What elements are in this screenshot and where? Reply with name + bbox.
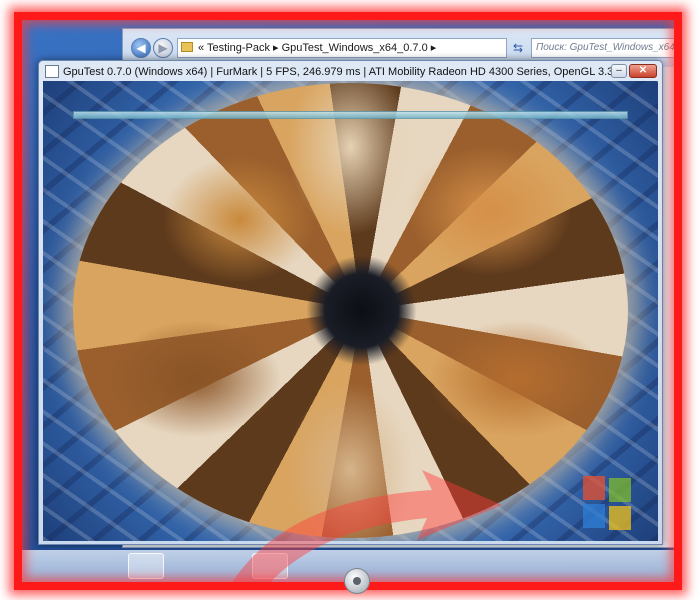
knob-dot	[353, 577, 361, 585]
red-glow-border	[14, 12, 682, 590]
knob-icon	[344, 568, 370, 594]
